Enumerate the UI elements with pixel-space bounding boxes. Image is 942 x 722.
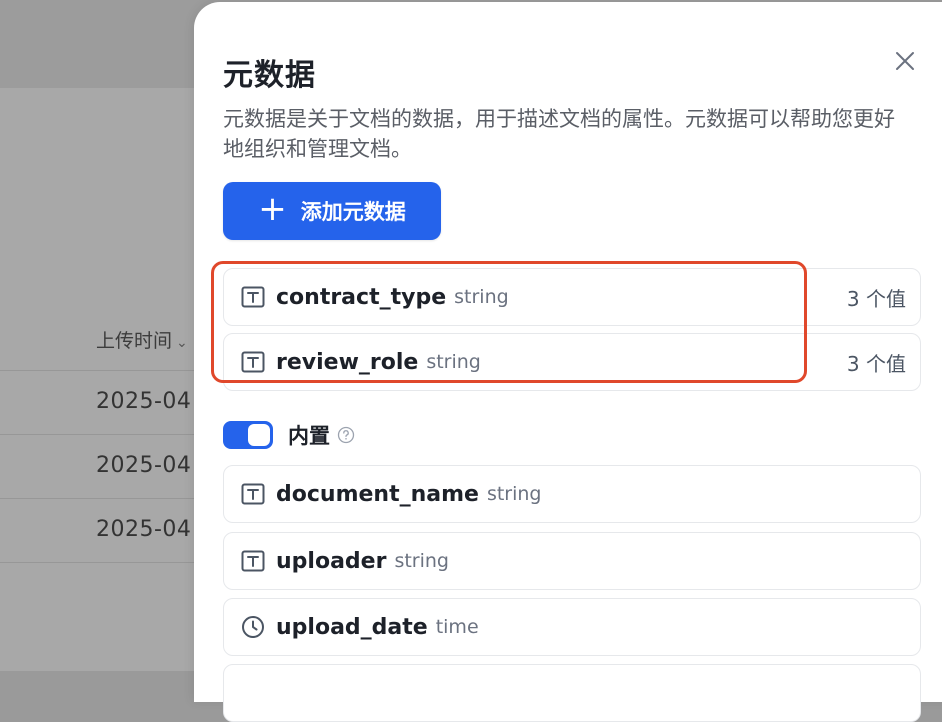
metadata-row-document-name: document_name string xyxy=(223,465,921,523)
metadata-type: time xyxy=(435,616,479,638)
builtin-label: 内置 xyxy=(288,424,330,448)
builtin-section-header: 内置 xyxy=(223,420,355,450)
add-metadata-label: 添加元数据 xyxy=(300,200,406,224)
column-header-label: 上传时间 xyxy=(96,330,173,352)
drawer-title: 元数据 xyxy=(223,58,316,93)
metadata-name: review_role xyxy=(276,349,419,375)
close-icon xyxy=(896,52,914,70)
metadata-type: string xyxy=(426,351,481,373)
metadata-row-contract-type[interactable]: contract_type string 3 个值 xyxy=(223,268,921,326)
metadata-drawer: 元数据 元数据是关于文档的数据，用于描述文档的属性。元数据可以帮助您更好地组织和… xyxy=(194,2,942,722)
chevron-down-icon: ⌄ xyxy=(176,335,188,351)
metadata-name: upload_date xyxy=(276,614,428,640)
metadata-name: contract_type xyxy=(276,284,447,310)
drawer-description: 元数据是关于文档的数据，用于描述文档的属性。元数据可以帮助您更好地组织和管理文档… xyxy=(223,107,895,161)
table-cell-date: 2025-04 xyxy=(96,517,192,542)
close-button[interactable] xyxy=(892,48,918,74)
metadata-value-count: 3 个值 xyxy=(846,351,906,376)
builtin-toggle[interactable] xyxy=(223,421,273,449)
metadata-type: string xyxy=(486,483,542,505)
metadata-row-upload-date: upload_date time xyxy=(223,598,921,656)
metadata-row-partial xyxy=(223,664,921,722)
clock-icon xyxy=(240,614,266,640)
table-cell-date: 2025-04 xyxy=(96,389,192,414)
metadata-type: string xyxy=(454,286,509,308)
toggle-knob xyxy=(248,424,270,446)
text-type-icon xyxy=(240,548,266,574)
column-header-upload-time[interactable]: 上传时间 ⌄ xyxy=(96,326,188,353)
plus-icon: + xyxy=(258,189,287,229)
metadata-name: document_name xyxy=(276,481,479,507)
table-cell-date: 2025-04 xyxy=(96,453,192,478)
metadata-type: string xyxy=(394,550,449,572)
metadata-name: uploader xyxy=(276,548,387,574)
add-metadata-button[interactable]: + 添加元数据 xyxy=(223,182,441,240)
metadata-value-count: 3 个值 xyxy=(846,286,906,311)
metadata-row-review-role[interactable]: review_role string 3 个值 xyxy=(223,333,921,391)
metadata-row-uploader: uploader string xyxy=(223,532,921,590)
text-type-icon xyxy=(240,481,266,507)
help-circle-icon[interactable] xyxy=(337,426,355,444)
text-type-icon xyxy=(240,349,266,375)
text-type-icon xyxy=(240,284,266,310)
